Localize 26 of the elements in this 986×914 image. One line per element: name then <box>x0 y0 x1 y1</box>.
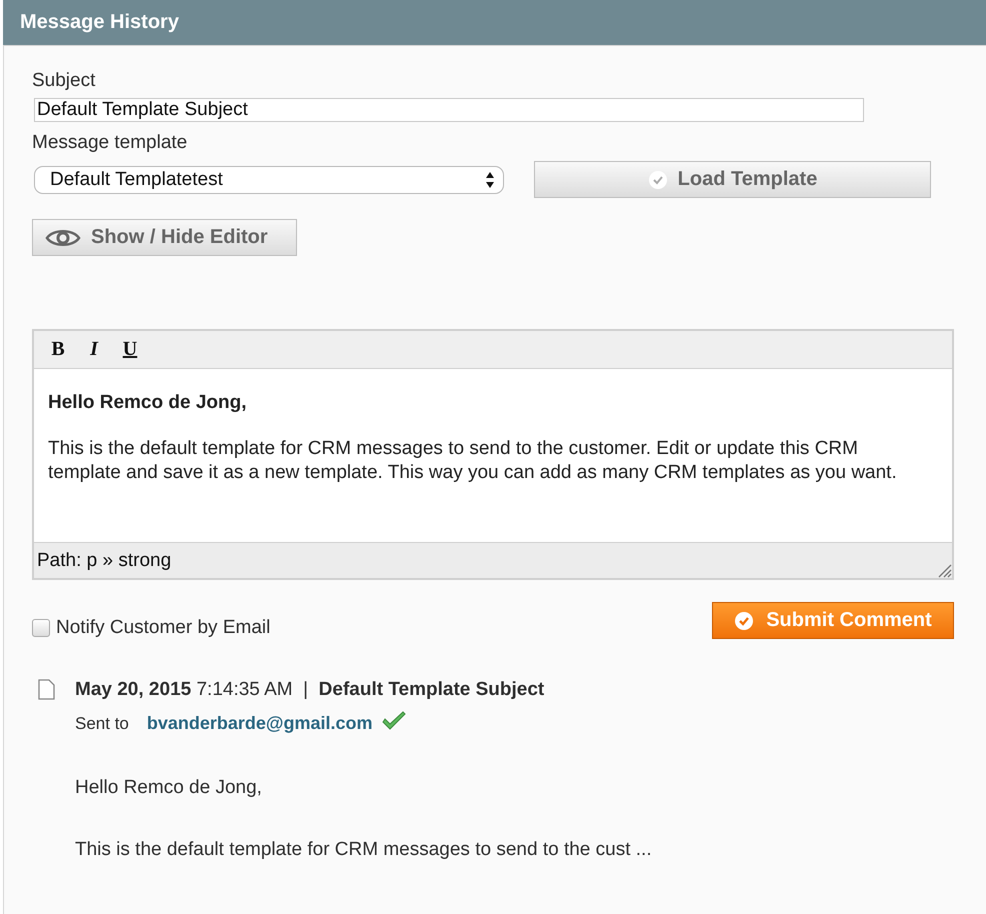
message-excerpt: This is the default template for CRM messages to send to the cust ... <box>75 839 652 861</box>
resize-grip-icon <box>936 562 952 578</box>
check-icon <box>734 610 754 630</box>
template-label: Message template <box>32 132 188 154</box>
template-select[interactable]: Default Templatetest <box>34 166 504 194</box>
bold-button[interactable]: B <box>48 338 68 361</box>
show-hide-editor-button[interactable]: Show / Hide Editor <box>32 219 297 256</box>
italic-button[interactable]: I <box>84 338 104 361</box>
sent-to-label: Sent to <box>75 714 129 734</box>
message-heading: May 20, 2015 7:14:35 AM | Default Template Subject <box>75 679 546 701</box>
updown-arrows-icon <box>485 170 495 188</box>
notify-label: Notify Customer by Email <box>56 617 270 639</box>
element-path: Path: p » strong <box>37 550 172 572</box>
greeting-text: Hello Remco de Jong, <box>48 391 248 415</box>
notify-checkbox[interactable] <box>32 619 50 637</box>
email-link[interactable]: bvanderbarde@gmail.com <box>146 713 372 734</box>
document-icon <box>37 679 55 701</box>
panel-title: Message History <box>20 11 179 34</box>
subject-label: Subject <box>32 70 96 92</box>
subject-field[interactable]: Default Template Subject <box>34 98 864 122</box>
check-icon <box>648 170 668 190</box>
editor-content-area[interactable] <box>34 369 952 542</box>
load-template-button[interactable]: Load Template <box>534 161 931 198</box>
greeting-text: Hello Remco de Jong, <box>75 777 263 799</box>
message-paragraph: This is the default template for CRM messages to send to the customer. Edit or update this CRM template and save it as a new template. This way you can add as many CRM templates as you want. <box>48 437 898 485</box>
underline-button[interactable]: U <box>120 338 140 361</box>
